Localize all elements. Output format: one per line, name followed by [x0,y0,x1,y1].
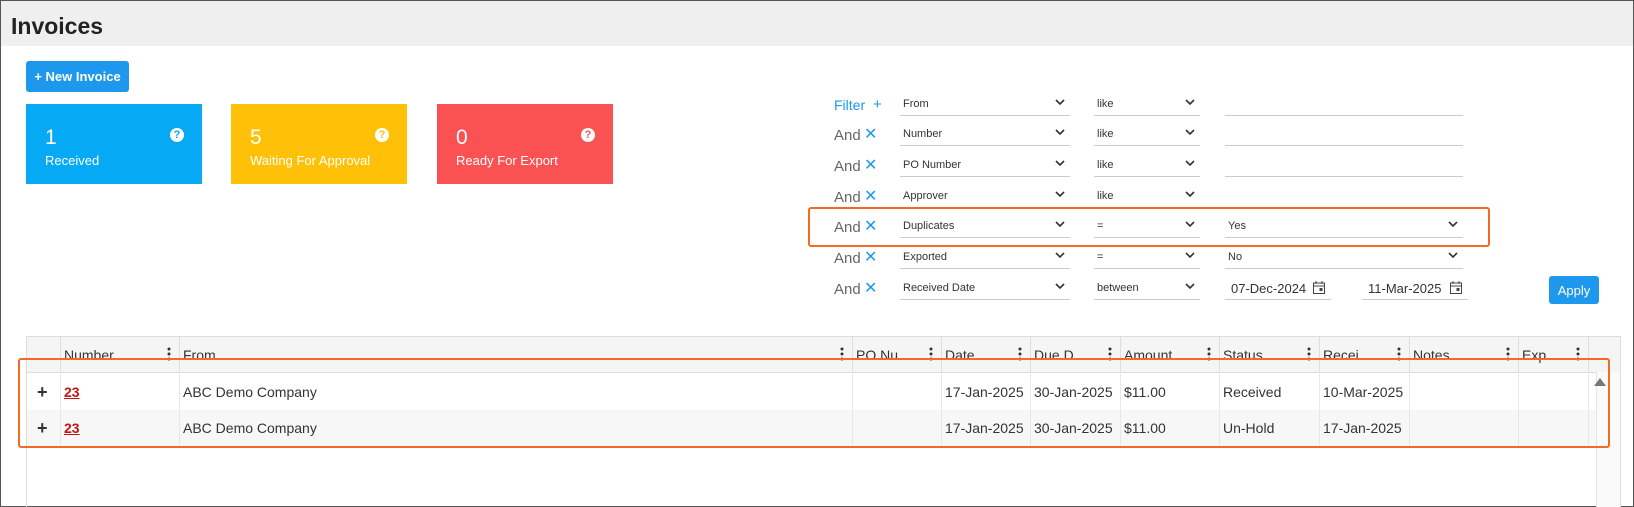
chevron-down-icon [1055,283,1065,290]
filter-field-select[interactable]: PO Number [900,153,1070,177]
chevron-down-icon [1448,252,1458,259]
card-label: Ready For Export [456,153,558,168]
filter-operator-select[interactable]: = [1094,245,1200,269]
date-from-input[interactable]: 07-Dec-2024 [1225,276,1331,300]
help-icon[interactable]: ? [581,128,595,142]
help-icon[interactable]: ? [375,128,389,142]
filter-field-select[interactable]: From [900,92,1070,116]
chevron-down-icon [1055,191,1065,198]
chevron-down-icon [1185,129,1195,136]
chevron-down-icon [1185,252,1195,259]
remove-filter-icon[interactable]: ✕ [864,278,877,298]
conjunction-label: And [834,281,861,298]
calendar-icon[interactable] [1450,281,1462,294]
chevron-down-icon [1185,283,1195,290]
filter-operator-select[interactable]: like [1094,153,1200,177]
filter-row-number: And ✕ Number like [830,122,1490,148]
page-title: Invoices [11,13,104,39]
card-count: 0 [456,126,468,149]
filter-row-exported: And ✕ Exported = No [830,245,1490,271]
card-count: 1 [45,126,57,149]
title-bar: Invoices [1,1,1633,46]
card-ready-export[interactable]: 0 Ready For Export ? [437,104,613,184]
chevron-down-icon [1185,191,1195,198]
conjunction-label: And [834,189,861,206]
conjunction-label: And [834,158,861,175]
duplicate-rows-highlight [18,358,1610,448]
calendar-icon[interactable] [1313,281,1325,294]
card-count: 5 [250,126,262,149]
remove-filter-icon[interactable]: ✕ [864,124,877,144]
filter-row-po-number: And ✕ PO Number like [830,153,1490,179]
remove-filter-icon[interactable]: ✕ [864,186,877,206]
filter-value-input[interactable] [1225,153,1463,177]
date-to-input[interactable]: 11-Mar-2025 [1362,276,1468,300]
chevron-down-icon [1055,99,1065,106]
date-from-value: 07-Dec-2024 [1231,281,1307,296]
duplicates-filter-highlight [808,207,1490,247]
filter-field-select[interactable]: Exported [900,245,1070,269]
card-received[interactable]: 1 Received ? [26,104,202,184]
filter-value-select[interactable]: No [1225,245,1463,269]
filter-field-select[interactable]: Approver [900,184,1070,208]
filter-field-select[interactable]: Received Date [900,276,1070,300]
filter-operator-select[interactable]: like [1094,122,1200,146]
conjunction-label: And [834,127,861,144]
filter-value-input[interactable] [1225,122,1463,146]
remove-filter-icon[interactable]: ✕ [864,155,877,175]
apply-button[interactable]: Apply [1549,276,1599,304]
card-label: Waiting For Approval [250,153,371,168]
date-to-value: 11-Mar-2025 [1368,281,1442,296]
filter-field-select[interactable]: Number [900,122,1070,146]
filter-value-input[interactable] [1225,92,1463,116]
filter-row-received-date: And ✕ Received Date between 07-Dec-2024 … [830,276,1490,302]
help-icon[interactable]: ? [170,128,184,142]
filter-operator-select[interactable]: like [1094,184,1200,208]
chevron-down-icon [1185,99,1195,106]
filter-row-from: Filter + From like [830,92,1490,118]
card-label: Received [45,153,100,168]
filter-operator-select[interactable]: between [1094,276,1200,300]
remove-filter-icon[interactable]: ✕ [864,247,877,267]
filter-operator-select[interactable]: like [1094,92,1200,116]
filter-label: Filter [834,97,866,113]
chevron-down-icon [1055,252,1065,259]
chevron-down-icon [1055,160,1065,167]
add-filter-icon[interactable]: + [873,96,882,113]
conjunction-label: And [834,250,861,267]
new-invoice-button[interactable]: + New Invoice [26,61,129,92]
card-waiting-approval[interactable]: 5 Waiting For Approval ? [231,104,407,184]
chevron-down-icon [1055,129,1065,136]
chevron-down-icon [1185,160,1195,167]
